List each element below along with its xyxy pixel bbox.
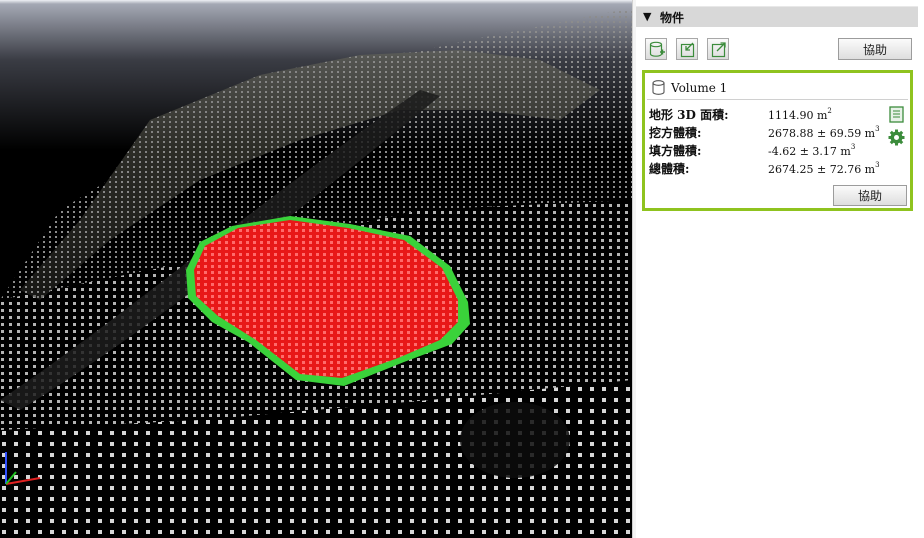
gear-icon[interactable] [888,129,905,146]
database-icon [652,80,665,95]
cut-volume-label: 挖方體積: [649,126,702,140]
export-icon [711,42,726,58]
dark-vegetation [460,402,570,478]
3d-viewport[interactable] [0,0,632,538]
export-button[interactable] [707,38,729,60]
volume-item[interactable]: Volume 1 地形 3D 面積: 1114.90 m2 挖方體積: 2678… [642,70,913,211]
total-volume-value: 2674.25 ± 72.76 m3 [768,161,880,176]
add-volume-button[interactable] [645,38,667,60]
add-volume-icon [649,41,665,57]
terrain-area-value: 1114.90 m2 [768,107,832,122]
fill-volume-value: -4.62 ± 3.17 m3 [768,143,856,158]
panel-help-button[interactable]: 協助 [838,38,912,60]
objects-panel-header[interactable]: ▼ 物件 [636,6,918,27]
volume-help-button[interactable]: 協助 [833,185,907,206]
volume-title-row[interactable]: Volume 1 [647,75,908,100]
cut-volume-value: 2678.88 ± 69.59 m3 [768,125,880,140]
total-volume-label: 總體積: [649,162,690,176]
fill-volume-label: 填方體積: [649,144,702,158]
terrain-area-label: 地形 3D 面積: [649,108,729,122]
objects-panel-title: 物件 [660,11,685,25]
report-icon[interactable] [888,106,905,123]
volume-name: Volume 1 [671,81,728,95]
point-cloud-scene[interactable] [0,0,632,538]
collapse-triangle-icon[interactable]: ▼ [643,10,651,23]
objects-panel: ▼ 物件 協助 Volume 1 地形 3D 面積: 1114.90 m2 挖方… [636,0,924,538]
import-button[interactable] [676,38,698,60]
import-icon [680,42,695,58]
